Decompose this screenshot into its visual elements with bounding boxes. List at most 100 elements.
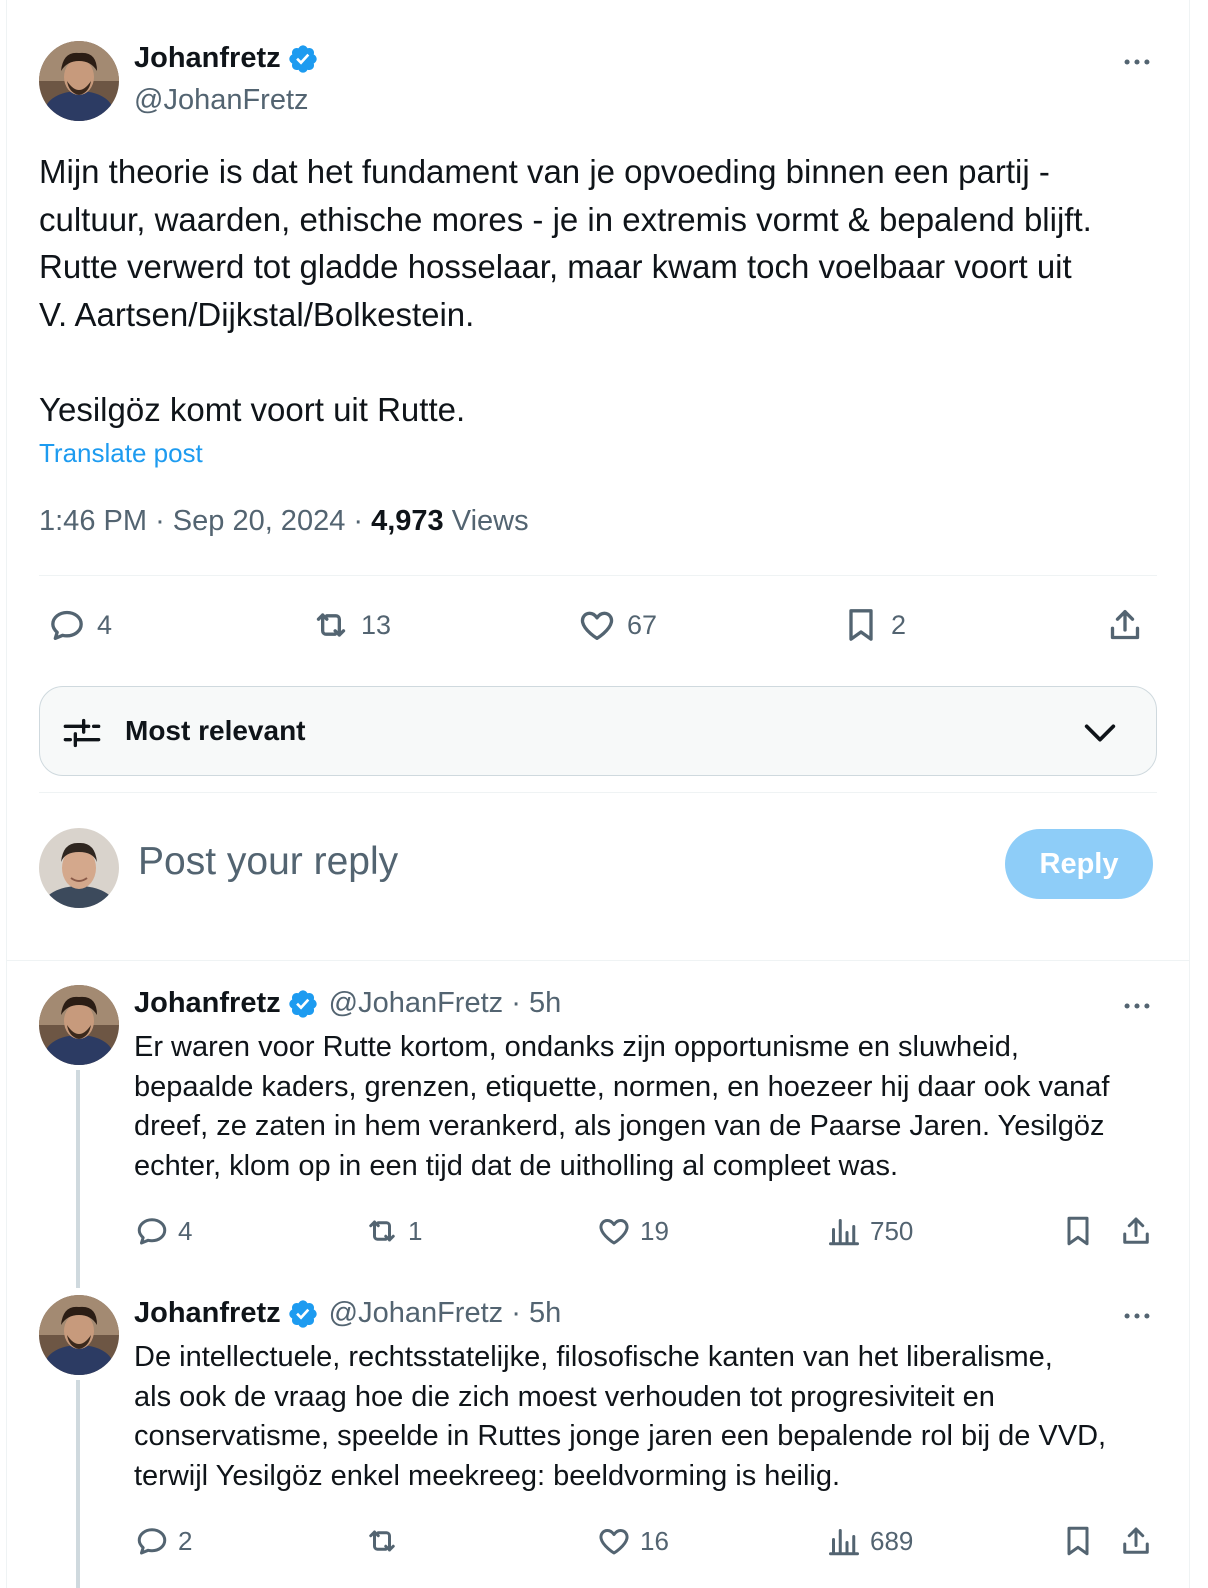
repost-action[interactable]: 1 <box>364 1209 422 1253</box>
share-icon <box>1123 1527 1149 1554</box>
reply-header: Johanfretz @JohanFretz · 5h <box>134 987 561 1020</box>
author-handle[interactable]: @JohanFretz <box>329 1297 504 1330</box>
post-text-line: V. Aartsen/Dijkstal/Bolkestein. <box>39 295 475 333</box>
author-avatar[interactable] <box>39 41 119 121</box>
reply-icon <box>137 1218 167 1245</box>
views-action[interactable]: 689 <box>826 1519 913 1563</box>
meta-separator: · <box>503 987 529 1019</box>
author-name[interactable]: Johanfretz <box>134 42 281 75</box>
post-actions: 4 13 67 2 <box>39 598 1159 652</box>
author-header: Johanfretz <box>134 42 319 75</box>
divider <box>39 575 1157 576</box>
reply-text: De intellectuele, rechtsstatelijke, filo… <box>134 1338 1164 1496</box>
like-count: 67 <box>627 609 658 640</box>
bookmark-icon <box>849 609 873 641</box>
verified-badge-icon <box>287 988 319 1020</box>
like-action[interactable]: 19 <box>596 1209 669 1253</box>
author-handle[interactable]: @JohanFretz <box>134 84 309 117</box>
meta-separator: · <box>503 1297 529 1329</box>
reply-text-line: bepaalde kaders, grenzen, etiquette, nor… <box>134 1070 1110 1103</box>
post-meta: 1:46 PM · Sep 20, 2024 · 4,973 Views <box>39 505 529 538</box>
reply-sort-dropdown[interactable]: Most relevant <box>39 686 1157 776</box>
post-text-line: Mijn theorie is dat het fundament van je… <box>39 153 1050 190</box>
repost-count: 1 <box>408 1215 423 1246</box>
share-action[interactable] <box>1118 1209 1154 1253</box>
post-text-line: Rutte verwerd tot gladde hosselaar, maar… <box>39 248 1072 285</box>
post-text-line: cultuur, waarden, ethische mores - je in… <box>39 200 1092 238</box>
views-count: 689 <box>870 1525 914 1556</box>
post-time[interactable]: 1:46 PM <box>39 505 147 537</box>
reply-text-line: dreef, ze zaten in hem verankerd, als jo… <box>134 1110 1105 1142</box>
repost-icon <box>369 1220 395 1242</box>
share-icon <box>1110 610 1140 640</box>
author-name[interactable]: Johanfretz <box>134 1297 281 1330</box>
bookmark-action[interactable]: 2 <box>841 598 906 652</box>
verified-badge-icon <box>287 43 319 75</box>
bookmark-action[interactable] <box>1060 1519 1096 1563</box>
views-count: 4,973 <box>371 505 444 537</box>
chevron-down-icon <box>1084 724 1116 742</box>
reply-count: 4 <box>178 1215 193 1246</box>
reply-input[interactable]: Post your reply <box>138 840 398 884</box>
reply-button[interactable]: Reply <box>1005 829 1153 899</box>
post-date[interactable]: Sep 20, 2024 <box>173 505 346 537</box>
more-icon[interactable] <box>1117 42 1157 82</box>
bookmark-count: 2 <box>891 609 907 640</box>
reply-age[interactable]: 5h <box>529 987 561 1020</box>
reply-age[interactable]: 5h <box>529 1297 561 1330</box>
heart-icon <box>599 1529 629 1555</box>
reply-text-line: terwijl Yesilgöz enkel meekreeg: beeldvo… <box>134 1459 841 1492</box>
sort-label: Most relevant <box>125 715 306 746</box>
bookmark-icon <box>1067 1526 1089 1556</box>
reply-header: Johanfretz @JohanFretz · 5h <box>134 1297 561 1330</box>
post-text-line: Yesilgöz komt voort uit Rutte. <box>39 390 466 428</box>
reply-action[interactable]: 4 <box>134 1209 192 1253</box>
reply-actions: 2 16 689 <box>134 1519 1164 1563</box>
reply-text: Er waren voor Rutte kortom, ondanks zijn… <box>134 1028 1164 1186</box>
bookmark-icon <box>1067 1216 1089 1246</box>
author-avatar[interactable] <box>39 985 119 1065</box>
views-label: Views <box>451 505 529 537</box>
repost-count: 13 <box>361 609 392 640</box>
author-handle[interactable]: @JohanFretz <box>329 987 504 1020</box>
reply-text-line: Er waren voor Rutte kortom, ondanks zijn… <box>134 1031 1019 1063</box>
like-count: 19 <box>640 1215 669 1246</box>
repost-icon <box>369 1530 395 1552</box>
repost-action[interactable]: 13 <box>311 598 391 652</box>
share-action[interactable] <box>1105 598 1145 652</box>
bookmark-action[interactable] <box>1060 1209 1096 1253</box>
repost-icon <box>316 613 346 637</box>
current-user-avatar[interactable] <box>39 828 119 908</box>
reply-text-line: conservatisme, speelde in Ruttes jonge j… <box>134 1420 1107 1452</box>
share-action[interactable] <box>1118 1519 1154 1563</box>
translate-post-link[interactable]: Translate post <box>39 438 203 469</box>
more-icon[interactable] <box>1117 986 1157 1026</box>
reply-action[interactable]: 4 <box>47 598 112 652</box>
reply-text-line: als ook de vraag hoe die zich moest verh… <box>134 1380 995 1413</box>
reply-action[interactable]: 2 <box>134 1519 192 1563</box>
verified-badge-icon <box>287 1298 319 1330</box>
reply-count: 4 <box>97 609 113 640</box>
heart-icon <box>599 1219 629 1245</box>
meta-separator: · <box>155 505 173 537</box>
share-icon <box>1123 1217 1149 1244</box>
views-action[interactable]: 750 <box>826 1209 913 1253</box>
like-action[interactable]: 16 <box>596 1519 669 1563</box>
thread-connector <box>76 1070 80 1288</box>
analytics-icon <box>829 1529 859 1556</box>
reply-text-line: De intellectuele, rechtsstatelijke, filo… <box>134 1341 1053 1373</box>
post-text: Mijn theorie is dat het fundament van je… <box>39 148 1169 433</box>
like-action[interactable]: 67 <box>577 598 657 652</box>
reply-text-line: echter, klom op in een tijd dat de uitho… <box>134 1149 899 1182</box>
more-icon[interactable] <box>1117 1296 1157 1336</box>
views-count: 750 <box>870 1215 914 1246</box>
divider <box>6 960 1190 961</box>
repost-action[interactable] <box>364 1519 408 1563</box>
author-avatar[interactable] <box>39 1295 119 1375</box>
author-name[interactable]: Johanfretz <box>134 987 281 1020</box>
like-count: 16 <box>640 1525 669 1556</box>
reply-actions: 4 1 19 750 <box>134 1209 1164 1253</box>
reply-icon <box>51 610 83 640</box>
author-handle-row: @JohanFretz <box>134 84 309 117</box>
meta-separator: · <box>353 505 372 537</box>
